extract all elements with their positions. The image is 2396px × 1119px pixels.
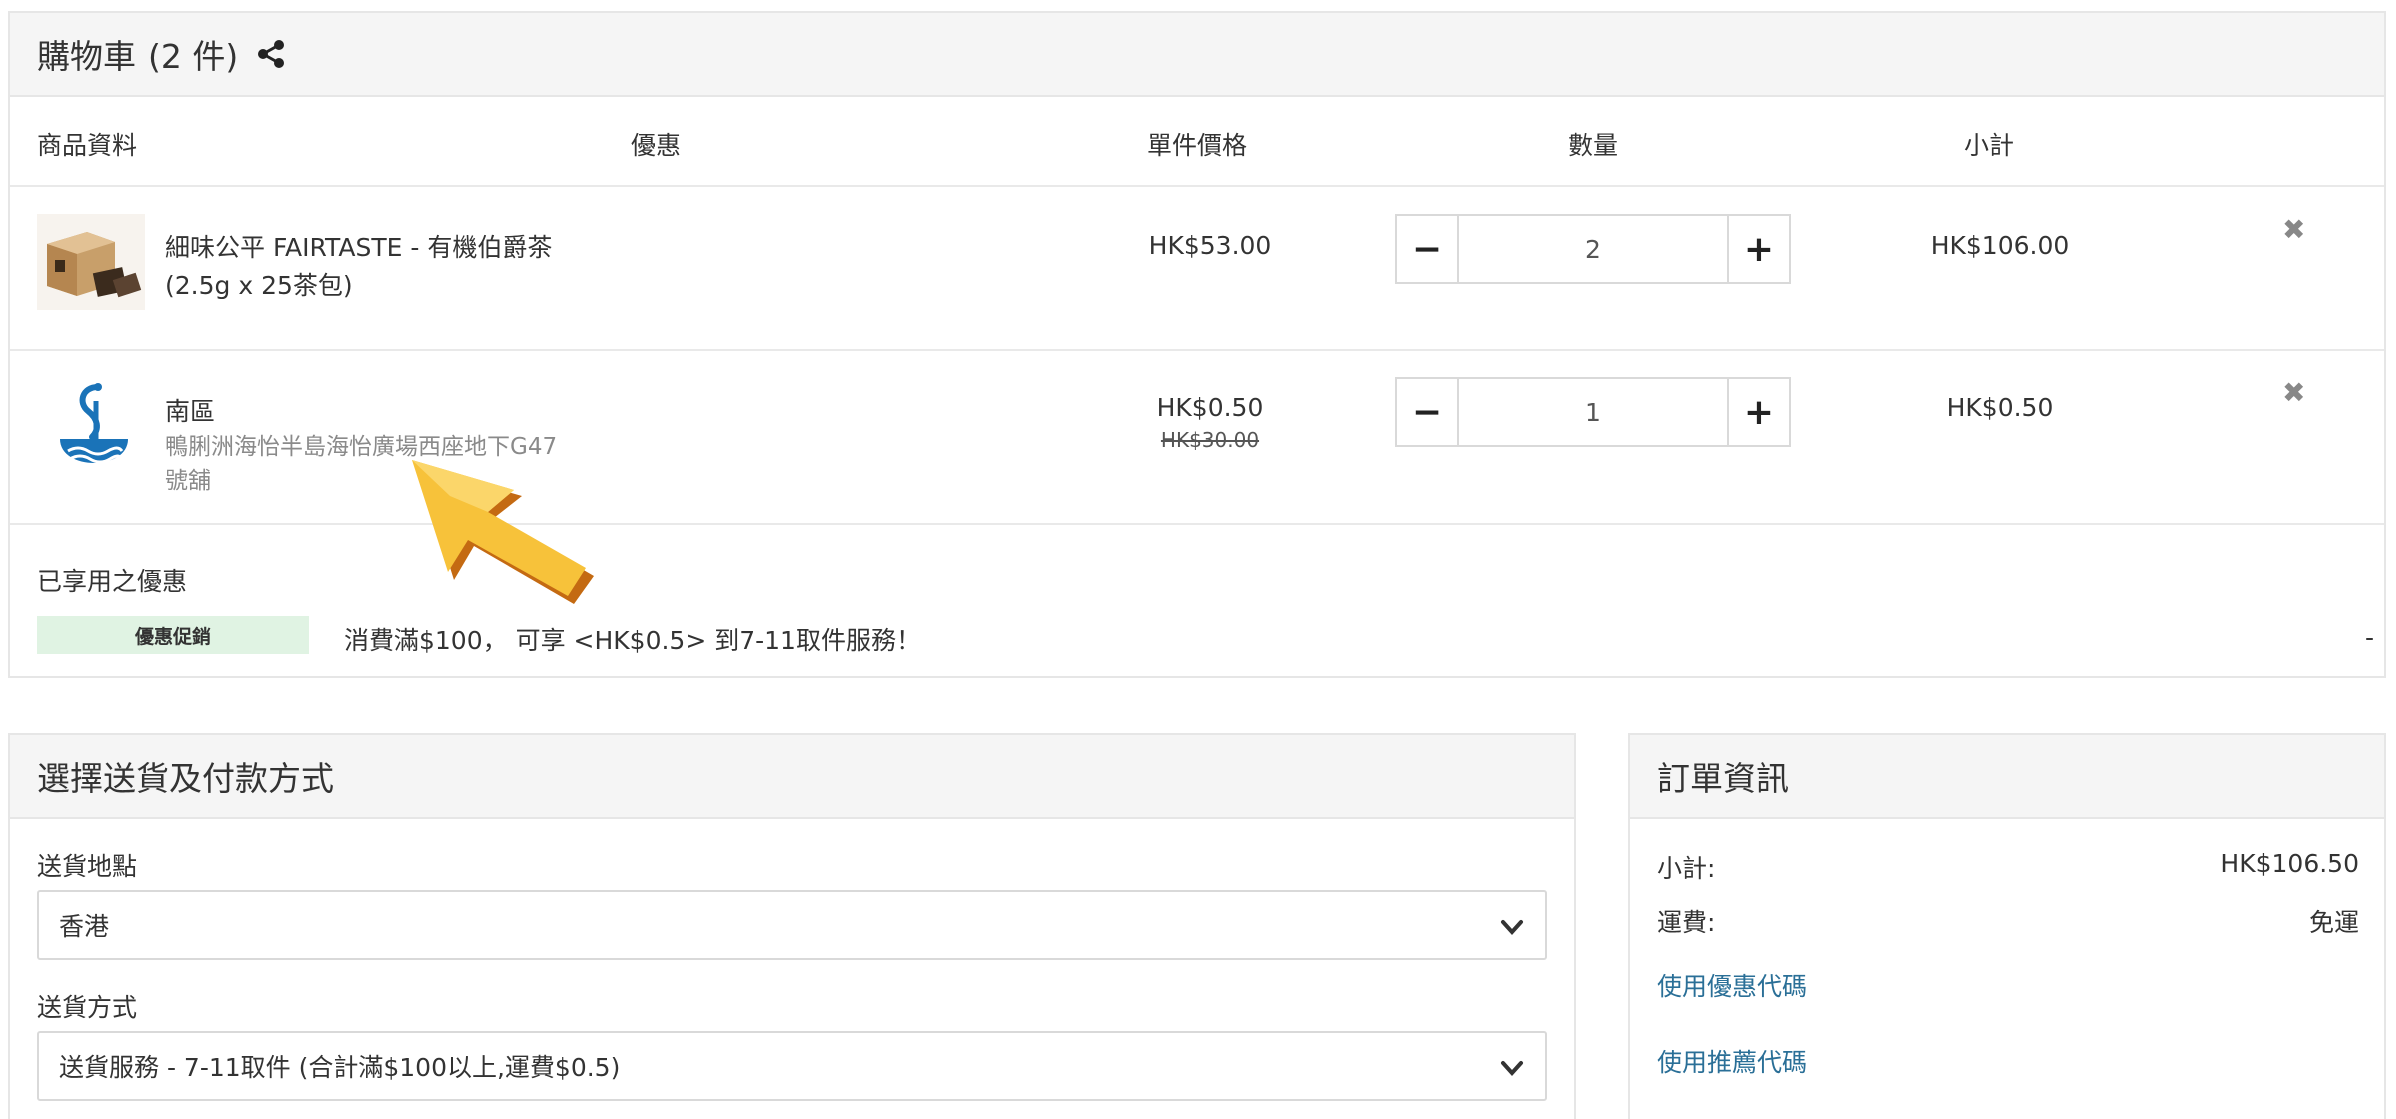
item-unit-price: HK$53.00: [1148, 231, 1272, 260]
delivery-location-value: 香港: [59, 912, 110, 941]
divider: [10, 349, 2384, 351]
decrease-quantity-button[interactable]: −: [1397, 379, 1459, 445]
use-referral-link[interactable]: 使用推薦代碼: [1657, 1043, 1807, 1079]
delivery-method-label: 送貨方式: [37, 993, 138, 1022]
item-name-line1[interactable]: 細味公平 FAIRTASTE - 有機伯爵茶: [165, 229, 552, 267]
item-address-line2: 號舖: [165, 468, 211, 494]
cart-panel: 購物車 (2 件) 商品資料 優惠 單件價格 數量 小計 細味公平 FAIRTA…: [8, 11, 2386, 678]
remove-item-icon[interactable]: ✖: [2282, 376, 2305, 409]
subtotal-label: 小計:: [1657, 854, 1716, 883]
order-summary-panel: 訂單資訊 小計: HK$106.50 運費: 免運 使用優惠代碼 使用推薦代碼: [1628, 733, 2386, 1119]
cart-title-group: 購物車 (2 件): [37, 30, 286, 78]
delivery-location-label: 送貨地點: [37, 852, 138, 881]
item-name-line1[interactable]: 南區: [165, 393, 215, 431]
cart-count: (2 件): [148, 37, 239, 76]
divider: [10, 185, 2384, 187]
promotion-badge: 優惠促銷: [37, 616, 309, 654]
shipping-payment-panel: 選擇送貨及付款方式 送貨地點 香港 送貨方式 送貨服務 - 7-11取件 (合計…: [8, 733, 1576, 1119]
quantity-stepper: − 2 +: [1395, 214, 1791, 284]
delivery-location-select[interactable]: 香港: [37, 890, 1547, 960]
share-icon[interactable]: [256, 39, 286, 69]
divider: [10, 523, 2384, 525]
column-quantity: 數量: [1568, 131, 1619, 160]
shipping-fee-value: 免運: [2308, 908, 2359, 937]
store-logo-thumbnail[interactable]: [54, 381, 134, 487]
delivery-method-value: 送貨服務 - 7-11取件 (合計滿$100以上,運費$0.5): [59, 1053, 621, 1082]
product-thumbnail-tea[interactable]: [37, 214, 145, 310]
remove-item-icon[interactable]: ✖: [2282, 213, 2305, 246]
column-discount: 優惠: [631, 131, 682, 160]
shipping-title: 選擇送貨及付款方式: [37, 759, 334, 798]
decrease-quantity-button[interactable]: −: [1397, 216, 1459, 282]
pointer-arrow-icon: [412, 460, 594, 604]
quantity-input[interactable]: 2: [1459, 216, 1727, 282]
column-unit-price: 單件價格: [1147, 131, 1248, 160]
quantity-input[interactable]: 1: [1459, 379, 1727, 445]
subtotal-value: HK$106.50: [2220, 849, 2359, 878]
shipping-fee-label: 運費:: [1657, 908, 1716, 937]
promotion-amount: -: [2364, 623, 2374, 652]
cart-header: 購物車 (2 件): [10, 13, 2384, 97]
increase-quantity-button[interactable]: +: [1727, 379, 1789, 445]
applied-promotions-heading: 已享用之優惠: [37, 567, 188, 596]
chevron-down-icon: [1501, 1061, 1523, 1076]
order-title: 訂單資訊: [1657, 759, 1789, 798]
use-coupon-link[interactable]: 使用優惠代碼: [1657, 967, 1807, 1003]
cart-title: 購物車: [37, 37, 136, 76]
shipping-header: 選擇送貨及付款方式: [10, 735, 1574, 819]
item-unit-price: HK$0.50: [1156, 393, 1264, 422]
item-original-price: HK$30.00: [1160, 428, 1260, 452]
item-subtotal: HK$106.00: [1930, 231, 2070, 260]
increase-quantity-button[interactable]: +: [1727, 216, 1789, 282]
delivery-method-select[interactable]: 送貨服務 - 7-11取件 (合計滿$100以上,運費$0.5): [37, 1031, 1547, 1101]
item-address-line1: 鴨脷洲海怡半島海怡廣場西座地下G47: [165, 434, 558, 460]
order-header: 訂單資訊: [1630, 735, 2384, 819]
quantity-stepper: − 1 +: [1395, 377, 1791, 447]
column-product: 商品資料: [37, 131, 138, 160]
column-subtotal: 小計: [1964, 131, 2015, 160]
promotion-description: 消費滿$100， 可享 <HK$0.5> 到7-11取件服務！: [344, 626, 921, 655]
item-subtotal: HK$0.50: [1946, 393, 2054, 422]
item-name-line2: (2.5g x 25茶包): [165, 271, 353, 300]
chevron-down-icon: [1501, 920, 1523, 935]
